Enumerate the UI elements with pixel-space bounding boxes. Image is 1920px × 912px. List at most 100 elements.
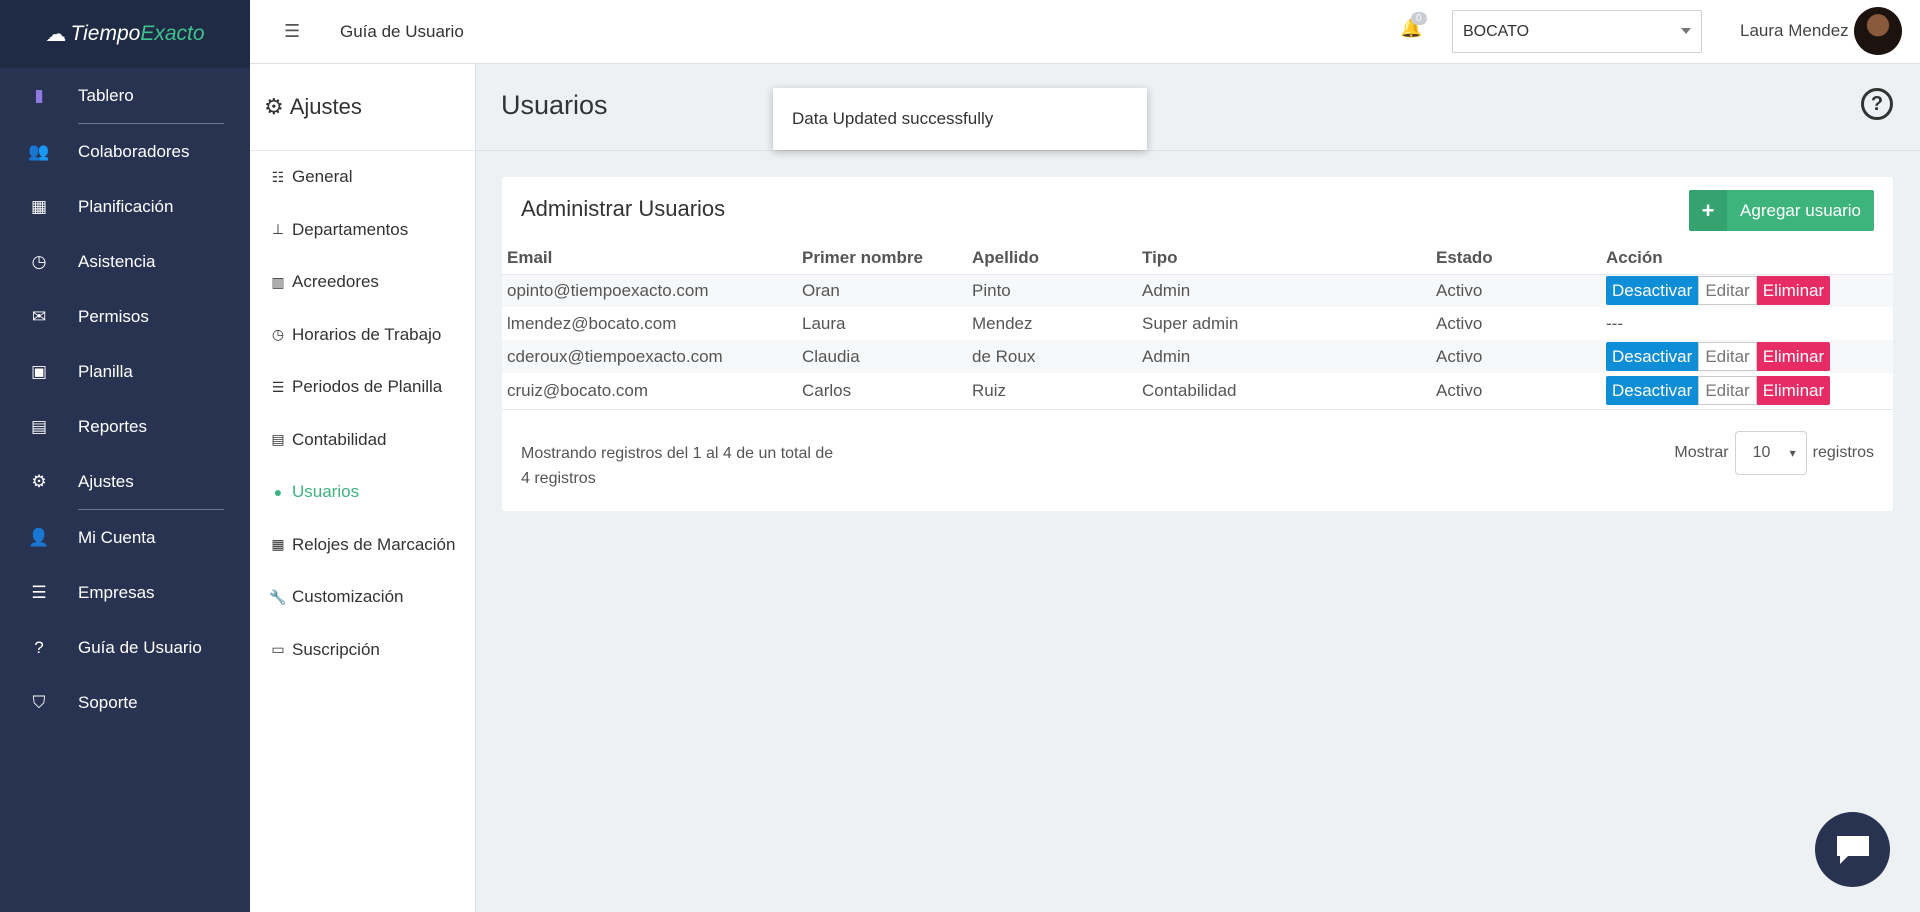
subnav-item-label: General — [292, 167, 353, 187]
column-header[interactable]: Primer nombre — [797, 243, 967, 275]
cell-type: Contabilidad — [1137, 373, 1431, 410]
sidebar-item-planificacion[interactable]: ▦ Planificación — [0, 179, 250, 234]
topbar-title[interactable]: Guía de Usuario — [340, 22, 464, 42]
cell-actions: Desactivar Editar Eliminar — [1601, 340, 1893, 373]
card-title: Administrar Usuarios — [521, 196, 726, 221]
menu-toggle-icon[interactable]: ☰ — [284, 21, 306, 42]
question-icon: ? — [34, 637, 44, 657]
edit-button[interactable]: Editar — [1698, 376, 1757, 406]
users-icon: 👥 — [28, 141, 50, 161]
subnav-title-label: Ajustes — [289, 94, 362, 119]
column-header[interactable]: Apellido — [967, 243, 1137, 275]
user-name[interactable]: Laura Mendez — [1740, 21, 1849, 41]
cell-type: Admin — [1137, 274, 1431, 307]
cell-last-name: Ruiz — [967, 373, 1137, 410]
edit-button[interactable]: Editar — [1698, 276, 1757, 306]
delete-button[interactable]: Eliminar — [1756, 276, 1831, 306]
inbox-icon: ✉ — [31, 306, 47, 326]
delete-button[interactable]: Eliminar — [1756, 376, 1831, 406]
sidebar-item-permisos[interactable]: ✉ Permisos — [0, 289, 250, 344]
subnav-item-contabilidad[interactable]: ▤ Contabilidad — [250, 414, 475, 467]
page-size-suffix: registros — [1812, 444, 1874, 461]
notification-count: 0 — [1411, 12, 1427, 25]
cell-last-name: Mendez — [972, 313, 1033, 333]
subnav-item-horarios[interactable]: ◷ Horarios de Trabajo — [250, 309, 475, 362]
sidebar-item-guia[interactable]: ? Guía de Usuario — [0, 620, 250, 675]
sliders-icon: ☰ — [31, 582, 47, 602]
sidebar-item-tablero[interactable]: ▮ Tablero — [0, 68, 250, 123]
subnav-item-suscripcion[interactable]: ▭ Suscripción — [250, 624, 475, 677]
chevron-down-icon: ▾ — [1789, 446, 1796, 460]
cell-status: Activo — [1431, 274, 1601, 307]
subnav-item-usuarios[interactable]: ● Usuarios — [250, 466, 475, 519]
clock-icon: ◷ — [271, 326, 285, 343]
page-header: Usuarios ? — [476, 64, 1920, 151]
sidebar-item-ajustes[interactable]: ⚙ Ajustes — [0, 454, 250, 509]
shield-icon: ⛉ — [32, 692, 46, 712]
column-header[interactable]: Email — [502, 243, 797, 275]
subnav-item-label: Customización — [292, 587, 404, 607]
table-row: cderoux@tiempoexacto.com Claudia de Roux… — [502, 340, 1893, 373]
cloud-icon: ☁ — [45, 22, 67, 46]
bar-chart-icon: ▮ — [34, 85, 44, 105]
sidebar-item-planilla[interactable]: ▣ Planilla — [0, 344, 250, 399]
column-header[interactable]: Estado — [1431, 243, 1601, 275]
gear-icon: ⚙ — [31, 471, 47, 491]
deactivate-button[interactable]: Desactivar — [1606, 342, 1699, 371]
plus-icon: + — [1689, 190, 1728, 231]
subnav-item-label: Acreedores — [292, 272, 379, 292]
credit-card-icon: ▭ — [271, 641, 285, 658]
subnav-item-label: Horarios de Trabajo — [292, 324, 442, 344]
user-icon: ● — [273, 484, 283, 501]
edit-button[interactable]: Editar — [1698, 342, 1757, 371]
page-size-select[interactable]: 10 ▾ — [1734, 431, 1807, 475]
sidebar-item-label: Mi Cuenta — [78, 527, 156, 547]
column-header[interactable]: Tipo — [1137, 243, 1431, 275]
help-icon[interactable]: ? — [1861, 88, 1893, 120]
chat-button[interactable] — [1815, 812, 1890, 887]
calendar-list-icon: ☰ — [271, 378, 285, 395]
cell-email: cderoux@tiempoexacto.com — [502, 340, 797, 373]
deactivate-button[interactable]: Desactivar — [1606, 376, 1699, 406]
company-select[interactable]: BOCATO — [1452, 10, 1702, 53]
subnav-item-departamentos[interactable]: ⊥ Departamentos — [250, 204, 475, 257]
sidebar-item-label: Planilla — [78, 361, 133, 381]
sidebar-item-empresas[interactable]: ☰ Empresas — [0, 565, 250, 620]
avatar[interactable] — [1854, 7, 1902, 55]
deactivate-button[interactable]: Desactivar — [1606, 276, 1699, 306]
sidebar-item-asistencia[interactable]: ◷ Asistencia — [0, 234, 250, 289]
sidebar-item-soporte[interactable]: ⛉ Soporte — [0, 675, 250, 730]
subnav-item-customizacion[interactable]: 🔧 Customización — [250, 571, 475, 624]
sidebar-item-colaboradores[interactable]: 👥 Colaboradores — [0, 124, 250, 179]
page-title: Usuarios — [501, 90, 608, 120]
subnav-item-periodos[interactable]: ☰ Periodos de Planilla — [250, 361, 475, 414]
cell-status: Activo — [1431, 340, 1601, 373]
add-user-button[interactable]: + Agregar usuario — [1689, 190, 1874, 231]
add-user-label: Agregar usuario — [1740, 200, 1861, 220]
sitemap-icon: ⊥ — [271, 221, 285, 238]
subnav-title: ⚙ Ajustes — [250, 64, 475, 151]
page-size-value: 10 — [1752, 444, 1771, 461]
brand-part1: Tiempo — [70, 22, 141, 45]
users-card: Administrar Usuarios + Agregar usuario E… — [502, 177, 1893, 511]
subnav-item-relojes[interactable]: ▦ Relojes de Marcación — [250, 519, 475, 572]
cell-last-name: Pinto — [967, 274, 1137, 307]
subnav-item-acreedores[interactable]: ▥ Acreedores — [250, 256, 475, 309]
delete-button[interactable]: Eliminar — [1756, 342, 1831, 371]
cell-status: Activo — [1431, 373, 1601, 410]
sidebar-item-label: Tablero — [78, 85, 134, 105]
bell-icon[interactable]: 🔔 0 — [1400, 12, 1427, 39]
cell-type: Super admin — [1142, 313, 1239, 333]
page-size-label: Mostrar — [1674, 444, 1729, 461]
sidebar-item-label: Planificación — [78, 196, 174, 216]
cell-status: Activo — [1436, 313, 1483, 333]
brand-logo[interactable]: ☁ Tiempo Exacto — [0, 0, 250, 68]
brand-part2: Exacto — [140, 22, 205, 45]
users-table: Email Primer nombre Apellido Tipo Estado… — [502, 243, 1893, 410]
sidebar-item-mi-cuenta[interactable]: 👤 Mi Cuenta — [0, 510, 250, 565]
calendar-icon: ▦ — [30, 196, 48, 216]
sidebar-item-label: Soporte — [78, 692, 138, 712]
sidebar-item-reportes[interactable]: ▤ Reportes — [0, 399, 250, 454]
page-size-control: Mostrar 10 ▾ registros — [1674, 431, 1874, 475]
subnav-item-general[interactable]: ☷ General — [250, 151, 475, 204]
